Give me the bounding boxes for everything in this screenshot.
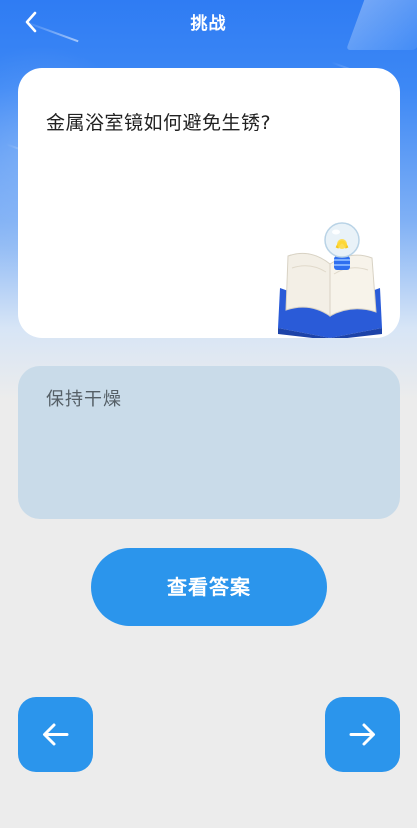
- book-lightbulb-illustration: [278, 222, 382, 338]
- question-card: 金属浴室镜如何避免生锈?: [18, 68, 400, 338]
- answer-text: 保持干燥: [46, 389, 122, 410]
- top-nav-bar: 挑战: [0, 0, 417, 44]
- question-text: 金属浴室镜如何避免生锈?: [46, 112, 272, 134]
- show-answer-button[interactable]: 查看答案: [91, 548, 327, 626]
- previous-question-button[interactable]: [18, 697, 93, 772]
- arrow-right-icon: [349, 723, 375, 746]
- next-question-button[interactable]: [325, 697, 400, 772]
- answer-box: 保持干燥: [18, 366, 400, 519]
- arrow-left-icon: [43, 723, 69, 746]
- page-title: 挑战: [190, 14, 227, 34]
